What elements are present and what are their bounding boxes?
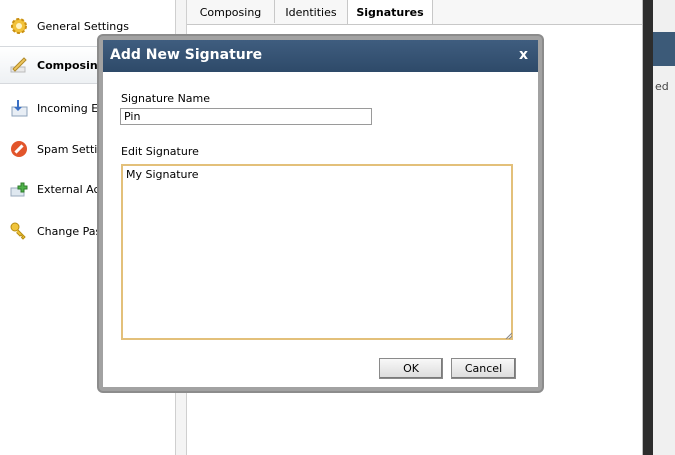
no-entry-icon xyxy=(8,138,30,160)
signature-name-input[interactable] xyxy=(120,108,372,125)
signature-editor-textarea[interactable]: My Signature xyxy=(121,164,513,340)
compose-pencil-icon xyxy=(8,54,30,76)
window-divider xyxy=(643,0,653,455)
ok-button[interactable]: OK xyxy=(379,358,443,379)
dialog-body: Add New Signature x Signature Name Edit … xyxy=(103,40,538,387)
dialog-title: Add New Signature xyxy=(110,47,263,63)
right-edge-panel: ed xyxy=(653,0,675,455)
close-icon[interactable]: x xyxy=(519,47,528,63)
resize-grip-icon[interactable] xyxy=(505,332,512,339)
add-account-icon xyxy=(8,178,30,200)
sidebar-item-label: External Acc xyxy=(37,182,106,196)
tab-signatures[interactable]: Signatures xyxy=(347,0,433,24)
cancel-button[interactable]: Cancel xyxy=(451,358,516,379)
sidebar-item-label: Composing xyxy=(37,58,106,72)
key-icon xyxy=(8,220,30,242)
tab-identities[interactable]: Identities xyxy=(275,0,348,23)
signature-name-label: Signature Name xyxy=(121,92,211,105)
edit-signature-label: Edit Signature xyxy=(121,145,199,158)
tab-strip: Composing Identities Signatures xyxy=(187,0,642,25)
add-signature-dialog: Add New Signature x Signature Name Edit … xyxy=(99,36,542,391)
sidebar-item-label: General Settings xyxy=(37,19,129,33)
dialog-title-bar[interactable]: Add New Signature x xyxy=(103,40,538,72)
tab-composing[interactable]: Composing xyxy=(187,0,275,23)
sidebar-item-label: Change Pass xyxy=(37,224,107,238)
right-edge-text: ed xyxy=(655,80,669,93)
gear-icon xyxy=(8,15,30,37)
right-edge-header xyxy=(653,32,675,66)
incoming-mail-icon xyxy=(8,97,30,119)
